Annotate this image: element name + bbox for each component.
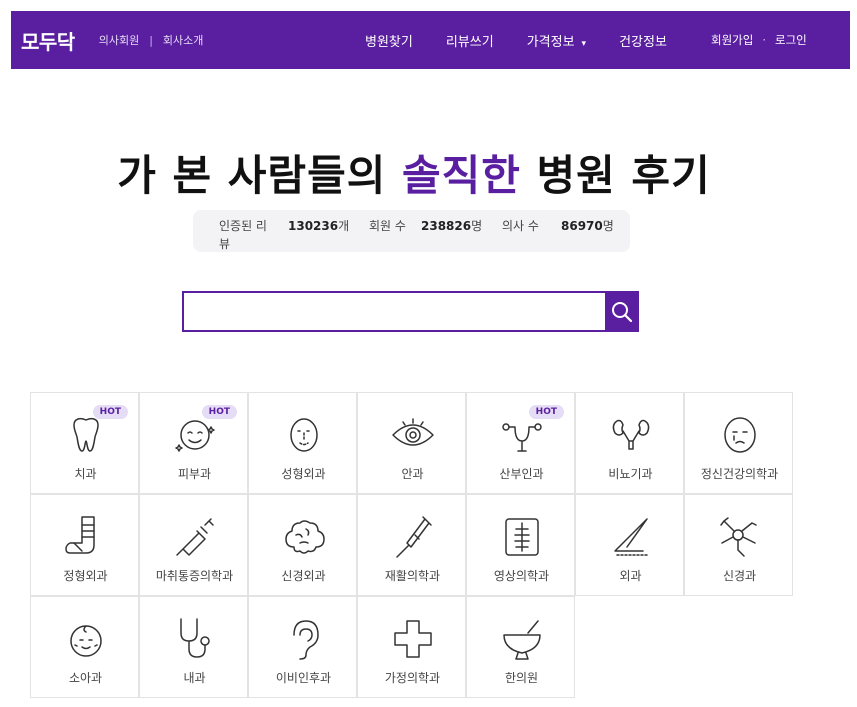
department-label: 치과 bbox=[74, 467, 97, 481]
main-menu: 병원찾기 리뷰쓰기 가격정보 ▾ 건강정보 bbox=[365, 11, 700, 69]
department-label: 신경과 bbox=[722, 569, 757, 583]
uterus-icon bbox=[501, 423, 542, 452]
title-accent: 솔직한 bbox=[401, 151, 521, 200]
department-card[interactable]: HOT 피부과 bbox=[139, 392, 248, 494]
syringe-icon bbox=[175, 518, 214, 556]
department-card[interactable]: 마취통증의학과 bbox=[139, 494, 248, 596]
doctors-count: 86970명 bbox=[561, 217, 614, 234]
department-label: 산부인과 bbox=[499, 467, 544, 481]
department-label: 재활의학과 bbox=[384, 569, 441, 583]
cross-icon bbox=[393, 620, 432, 658]
department-card[interactable]: 가정의학과 bbox=[357, 596, 466, 698]
department-label: 외과 bbox=[619, 569, 642, 583]
department-grid: HOT 치과 HOT 피부과 성형외과 안과 HOT 산부인과 비뇨기과 정신건… bbox=[30, 392, 793, 698]
department-card[interactable]: 내과 bbox=[139, 596, 248, 698]
department-card[interactable]: 신경과 bbox=[684, 494, 793, 596]
neuron-icon bbox=[719, 517, 757, 557]
department-card[interactable]: 소아과 bbox=[30, 596, 139, 698]
skin-face-icon bbox=[174, 420, 215, 452]
tooth-icon bbox=[72, 417, 99, 452]
department-card[interactable]: 비뇨기과 bbox=[575, 392, 684, 494]
doctors-value: 86970 bbox=[561, 219, 603, 233]
login-link[interactable]: 로그인 bbox=[775, 32, 807, 48]
signup-link[interactable]: 회원가입 bbox=[711, 32, 753, 48]
nav-write-review[interactable]: 리뷰쓰기 bbox=[446, 31, 494, 50]
title-part-2: 병원 후기 bbox=[520, 151, 711, 200]
reviews-value: 130236 bbox=[288, 219, 339, 233]
page-title: 가 본 사람들의 솔직한 병원 후기 bbox=[0, 142, 828, 203]
logo[interactable]: 모두닥 bbox=[21, 26, 75, 55]
scalpel-icon bbox=[613, 518, 650, 556]
utility-links: 의사회원 | 회사소개 bbox=[99, 32, 204, 48]
department-card[interactable]: 한의원 bbox=[466, 596, 575, 698]
department-label: 정신건강의학과 bbox=[700, 467, 779, 481]
department-card[interactable]: 안과 bbox=[357, 392, 466, 494]
nav-price-info-label: 가격정보 bbox=[526, 34, 575, 50]
members-unit: 명 bbox=[471, 219, 483, 233]
department-card[interactable]: 성형외과 bbox=[248, 392, 357, 494]
department-label: 성형외과 bbox=[281, 467, 326, 481]
xray-icon bbox=[504, 518, 539, 556]
title-part-1: 가 본 사람들의 bbox=[117, 151, 402, 200]
department-card[interactable]: HOT 치과 bbox=[30, 392, 139, 494]
ear-icon bbox=[292, 620, 319, 660]
doctor-member-link[interactable]: 의사회원 bbox=[99, 32, 139, 48]
department-label: 피부과 bbox=[177, 467, 212, 481]
reviews-unit: 개 bbox=[338, 219, 350, 233]
eye-icon bbox=[391, 418, 434, 446]
divider: | bbox=[149, 33, 153, 47]
members-value: 238826 bbox=[421, 219, 472, 233]
department-label: 소아과 bbox=[68, 671, 103, 685]
nav-health-info[interactable]: 건강정보 bbox=[619, 31, 667, 50]
department-label: 내과 bbox=[183, 671, 206, 685]
department-card[interactable]: 재활의학과 bbox=[357, 494, 466, 596]
chevron-down-icon: ▾ bbox=[581, 38, 587, 49]
department-card[interactable]: 외과 bbox=[575, 494, 684, 596]
department-card[interactable]: 정형외과 bbox=[30, 494, 139, 596]
auth-links: 회원가입 · 로그인 bbox=[711, 11, 807, 69]
mortar-icon bbox=[502, 620, 541, 660]
department-label: 신경외과 bbox=[281, 569, 326, 583]
brain-icon bbox=[284, 520, 325, 554]
auth-separator: · bbox=[762, 33, 766, 47]
stats-bar: 인증된 리뷰 130236개 회원 수 238826명 의사 수 86970명 bbox=[193, 210, 630, 252]
department-card[interactable]: HOT 산부인과 bbox=[466, 392, 575, 494]
department-label: 비뇨기과 bbox=[608, 467, 653, 481]
crutch-icon bbox=[395, 516, 432, 558]
nav-find-hospital[interactable]: 병원찾기 bbox=[365, 31, 413, 50]
department-card[interactable]: 정신건강의학과 bbox=[684, 392, 793, 494]
nav-price-info[interactable]: 가격정보 ▾ bbox=[527, 31, 586, 50]
search-button[interactable] bbox=[605, 291, 639, 332]
department-card[interactable]: 영상의학과 bbox=[466, 494, 575, 596]
department-label: 영상의학과 bbox=[493, 569, 550, 583]
baby-face-icon bbox=[69, 625, 102, 657]
department-card[interactable]: 신경외과 bbox=[248, 494, 357, 596]
department-label: 한의원 bbox=[504, 671, 539, 685]
department-card[interactable]: 이비인후과 bbox=[248, 596, 357, 698]
doctors-unit: 명 bbox=[602, 219, 614, 233]
reviews-label: 인증된 리뷰 bbox=[219, 219, 267, 251]
department-label: 안과 bbox=[401, 467, 424, 481]
department-label: 이비인후과 bbox=[275, 671, 332, 685]
members-count: 238826명 bbox=[421, 217, 482, 234]
members-label: 회원 수 bbox=[369, 219, 406, 233]
department-label: 마취통증의학과 bbox=[155, 569, 234, 583]
kidney-icon bbox=[612, 419, 649, 450]
search-input[interactable] bbox=[182, 291, 606, 332]
stethoscope-icon bbox=[179, 618, 210, 658]
cast-leg-icon bbox=[64, 516, 95, 554]
top-navbar: 모두닥 의사회원 | 회사소개 병원찾기 리뷰쓰기 가격정보 ▾ 건강정보 회원가… bbox=[11, 11, 850, 69]
doctors-label: 의사 수 bbox=[502, 219, 539, 233]
department-label: 정형외과 bbox=[63, 569, 108, 583]
about-link[interactable]: 회사소개 bbox=[163, 32, 203, 48]
search-icon bbox=[612, 301, 633, 322]
sad-face-icon bbox=[723, 417, 756, 453]
plastic-face-icon bbox=[289, 418, 318, 452]
department-label: 가정의학과 bbox=[384, 671, 441, 685]
reviews-count: 130236개 bbox=[288, 217, 349, 234]
